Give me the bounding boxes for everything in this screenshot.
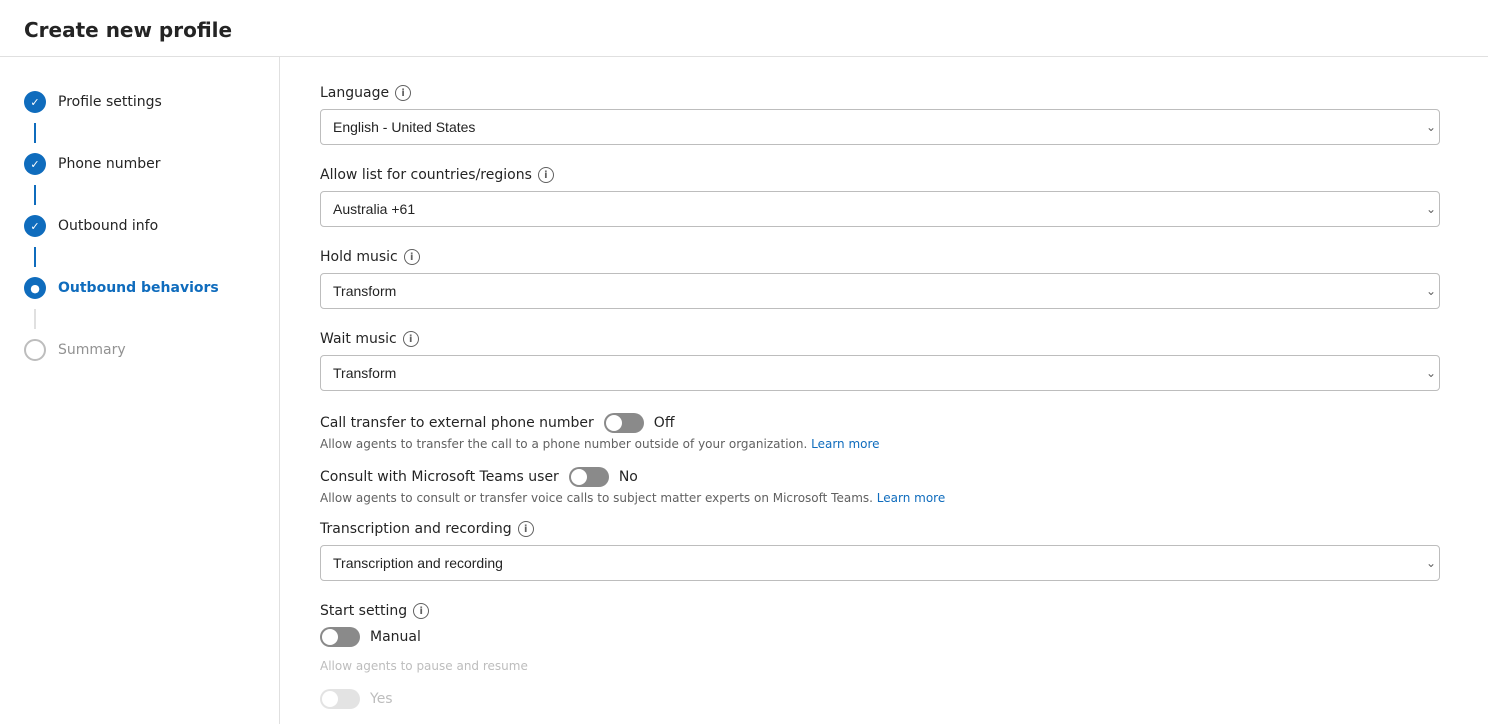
call-transfer-learn-more[interactable]: Learn more xyxy=(811,437,879,451)
consult-teams-knob xyxy=(571,469,587,485)
wait-music-select[interactable]: TransformDefaultNone xyxy=(320,355,1440,391)
allow-pause-track xyxy=(320,689,360,709)
sidebar-item-phone-number[interactable]: ✓ Phone number xyxy=(0,143,279,185)
sidebar-item-summary[interactable]: Summary xyxy=(0,329,279,371)
transcription-group: Transcription and recording i Transcript… xyxy=(320,521,1448,581)
language-select-wrapper: English - United StatesEnglish - United … xyxy=(320,109,1448,145)
step-connector-4 xyxy=(34,309,36,329)
main-layout: ✓ Profile settings ✓ Phone number ✓ Outb… xyxy=(0,57,1488,724)
step-indicator-summary xyxy=(24,339,46,361)
transcription-select-wrapper: Transcription and recordingRecording onl… xyxy=(320,545,1448,581)
consult-teams-description: Allow agents to consult or transfer voic… xyxy=(320,491,1448,505)
sidebar-item-label-outbound-info: Outbound info xyxy=(58,218,158,234)
step-indicator-outbound-behaviors: ● xyxy=(24,277,46,299)
allow-pause-group: Allow agents to pause and resume Yes xyxy=(320,659,1448,709)
start-setting-track xyxy=(320,627,360,647)
check-icon-2: ✓ xyxy=(30,158,39,171)
call-transfer-description: Allow agents to transfer the call to a p… xyxy=(320,437,1448,451)
step-connector-2 xyxy=(34,185,36,205)
sidebar-item-outbound-info[interactable]: ✓ Outbound info xyxy=(0,205,279,247)
check-icon: ✓ xyxy=(30,96,39,109)
sidebar-item-label-outbound-behaviors: Outbound behaviors xyxy=(58,280,219,296)
sidebar: ✓ Profile settings ✓ Phone number ✓ Outb… xyxy=(0,57,280,724)
allow-pause-status: Yes xyxy=(370,691,393,707)
language-group: Language i English - United StatesEnglis… xyxy=(320,85,1448,145)
consult-teams-track xyxy=(569,467,609,487)
start-setting-knob xyxy=(322,629,338,645)
allow-pause-knob xyxy=(322,691,338,707)
consult-teams-toggle[interactable] xyxy=(569,467,609,487)
call-transfer-knob xyxy=(606,415,622,431)
step-indicator-profile-settings: ✓ xyxy=(24,91,46,113)
hold-music-group: Hold music i TransformDefaultNone ⌄ xyxy=(320,249,1448,309)
allow-list-info-icon[interactable]: i xyxy=(538,167,554,183)
sidebar-item-label-phone-number: Phone number xyxy=(58,156,160,172)
wait-music-label: Wait music i xyxy=(320,331,1448,347)
step-connector-1 xyxy=(34,123,36,143)
hold-music-select[interactable]: TransformDefaultNone xyxy=(320,273,1440,309)
hold-music-info-icon[interactable]: i xyxy=(404,249,420,265)
allow-list-label: Allow list for countries/regions i xyxy=(320,167,1448,183)
step-number-icon: ● xyxy=(30,282,40,295)
allow-list-select[interactable]: Australia +61United States +1 xyxy=(320,191,1440,227)
start-setting-toggle[interactable] xyxy=(320,627,360,647)
page-header: Create new profile xyxy=(0,0,1488,57)
allow-pause-description: Allow agents to pause and resume xyxy=(320,659,1448,673)
consult-teams-group: Consult with Microsoft Teams user No All… xyxy=(320,467,1448,505)
wait-music-info-icon[interactable]: i xyxy=(403,331,419,347)
call-transfer-group: Call transfer to external phone number O… xyxy=(320,413,1448,451)
transcription-select[interactable]: Transcription and recordingRecording onl… xyxy=(320,545,1440,581)
allow-list-select-wrapper: Australia +61United States +1 ⌄ xyxy=(320,191,1448,227)
language-select[interactable]: English - United StatesEnglish - United … xyxy=(320,109,1440,145)
step-indicator-outbound-info: ✓ xyxy=(24,215,46,237)
start-setting-info-icon[interactable]: i xyxy=(413,603,429,619)
sidebar-item-outbound-behaviors[interactable]: ● Outbound behaviors xyxy=(0,267,279,309)
hold-music-label: Hold music i xyxy=(320,249,1448,265)
check-icon-3: ✓ xyxy=(30,220,39,233)
call-transfer-label: Call transfer to external phone number xyxy=(320,415,594,431)
step-connector-3 xyxy=(34,247,36,267)
wait-music-select-wrapper: TransformDefaultNone ⌄ xyxy=(320,355,1448,391)
consult-teams-status: No xyxy=(619,469,638,485)
allow-list-group: Allow list for countries/regions i Austr… xyxy=(320,167,1448,227)
page-title: Create new profile xyxy=(24,18,1464,42)
hold-music-select-wrapper: TransformDefaultNone ⌄ xyxy=(320,273,1448,309)
transcription-label: Transcription and recording i xyxy=(320,521,1448,537)
language-label: Language i xyxy=(320,85,1448,101)
start-setting-label: Start setting i xyxy=(320,603,1448,619)
wait-music-group: Wait music i TransformDefaultNone ⌄ xyxy=(320,331,1448,391)
transcription-info-icon[interactable]: i xyxy=(518,521,534,537)
start-setting-status: Manual xyxy=(370,629,421,645)
consult-teams-learn-more[interactable]: Learn more xyxy=(877,491,945,505)
sidebar-item-label-profile-settings: Profile settings xyxy=(58,94,162,110)
language-info-icon[interactable]: i xyxy=(395,85,411,101)
start-setting-group: Start setting i Manual xyxy=(320,603,1448,647)
call-transfer-toggle[interactable] xyxy=(604,413,644,433)
call-transfer-status: Off xyxy=(654,415,675,431)
call-transfer-track xyxy=(604,413,644,433)
start-setting-row: Manual xyxy=(320,627,1448,647)
sidebar-item-label-summary: Summary xyxy=(58,342,126,358)
consult-teams-row: Consult with Microsoft Teams user No xyxy=(320,467,1448,487)
consult-teams-label: Consult with Microsoft Teams user xyxy=(320,469,559,485)
call-transfer-row: Call transfer to external phone number O… xyxy=(320,413,1448,433)
sidebar-item-profile-settings[interactable]: ✓ Profile settings xyxy=(0,81,279,123)
allow-pause-toggle[interactable] xyxy=(320,689,360,709)
main-content: Language i English - United StatesEnglis… xyxy=(280,57,1488,724)
allow-pause-row: Yes xyxy=(320,689,1448,709)
step-indicator-phone-number: ✓ xyxy=(24,153,46,175)
